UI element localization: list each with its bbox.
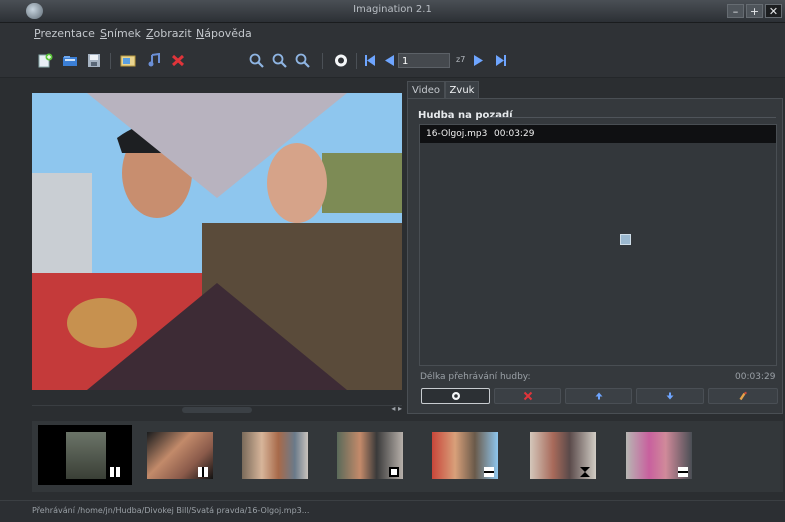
preview-icon[interactable] [333, 53, 349, 68]
move-up-icon [595, 392, 602, 400]
close-button[interactable]: ✕ [765, 4, 782, 18]
previous-slide-icon[interactable] [381, 53, 397, 68]
menu-zobrazit[interactable]: Zobrazit [146, 27, 192, 40]
play-button[interactable] [421, 388, 490, 404]
transition-icon [389, 467, 399, 477]
slide-preview-image [32, 93, 402, 390]
menu-bar: Prezentace Snímek Zobrazit Nápověda [0, 23, 785, 45]
toolbar-separator [356, 53, 357, 69]
maximize-button[interactable]: + [746, 4, 763, 18]
clear-icon [739, 391, 747, 401]
first-slide-icon[interactable] [363, 53, 379, 68]
transition-icon [484, 467, 494, 477]
zoom-in-icon[interactable] [249, 53, 265, 68]
open-icon[interactable] [62, 53, 78, 68]
toolbar-separator [322, 53, 323, 69]
remove-music-button[interactable] [494, 388, 561, 404]
new-slideshow-icon[interactable] [37, 53, 53, 68]
slide-thumbnail-image [530, 432, 596, 479]
preview-scrollbar[interactable]: ◂ ▸ [32, 404, 402, 415]
thumbnail-7[interactable] [616, 425, 710, 485]
menu-napoveda[interactable]: Nápověda [196, 27, 252, 40]
slide-number-input[interactable]: 1 [398, 53, 450, 68]
tab-zvuk[interactable]: Zvuk [445, 81, 479, 98]
slide-total-label: z7 [456, 55, 466, 64]
status-text: Přehrávání /home/jn/Hudba/Divokej Bill/S… [32, 506, 310, 515]
title-bar: Imagination 2.1 – + ✕ [0, 0, 785, 23]
playlist-file: 16-Olgoj.mp3 [426, 129, 488, 139]
thumbnail-5[interactable] [424, 425, 518, 485]
music-duration-label: Délka přehrávání hudby: [420, 372, 531, 382]
play-icon [451, 392, 460, 400]
clear-music-button[interactable] [708, 388, 778, 404]
thumbnail-3[interactable] [232, 425, 326, 485]
slide-preview[interactable] [32, 93, 402, 390]
toolbar-separator [110, 53, 111, 69]
scrollbar-thumb[interactable] [182, 407, 252, 413]
menu-prezentace[interactable]: Prezentace [34, 27, 95, 40]
scroll-arrows-icon[interactable]: ◂ ▸ [391, 404, 402, 413]
background-music-heading: Hudba na pozadí [418, 110, 513, 121]
zoom-fit-icon[interactable] [295, 53, 311, 68]
remove-icon [523, 391, 532, 401]
delete-icon[interactable] [170, 53, 186, 68]
slide-thumbnail-image [66, 432, 106, 479]
save-icon[interactable] [86, 53, 102, 68]
section-divider [487, 117, 776, 118]
next-slide-icon[interactable] [471, 53, 487, 68]
tab-video[interactable]: Video [407, 81, 445, 98]
move-down-icon [666, 392, 674, 400]
transition-icon [110, 467, 120, 477]
playlist-duration: 00:03:29 [494, 129, 535, 139]
thumbnail-4[interactable] [327, 425, 421, 485]
playlist-row[interactable]: 16-Olgoj.mp3 00:03:29 [420, 125, 776, 143]
move-down-button[interactable] [636, 388, 704, 404]
zoom-out-icon[interactable] [272, 53, 288, 68]
last-slide-icon[interactable] [492, 53, 508, 68]
music-duration-value: 00:03:29 [735, 372, 776, 382]
transition-icon [198, 467, 208, 477]
thumbnail-6[interactable] [520, 425, 614, 485]
toolbar: 1 z7 [0, 45, 785, 78]
slide-thumbnail-image [242, 432, 308, 479]
move-up-button[interactable] [565, 388, 632, 404]
music-playlist[interactable]: 16-Olgoj.mp3 00:03:29 [419, 124, 777, 366]
thumbnail-strip [32, 421, 783, 492]
import-music-icon[interactable] [146, 53, 162, 68]
status-bar: Přehrávání /home/jn/Hudba/Divokej Bill/S… [0, 500, 785, 522]
thumbnail-1[interactable] [38, 425, 132, 485]
transition-icon [678, 467, 688, 477]
import-pictures-icon[interactable] [120, 53, 136, 68]
menu-snimek[interactable]: Snímek [100, 27, 141, 40]
thumbnail-2[interactable] [135, 425, 229, 485]
window-title: Imagination 2.1 [353, 4, 432, 15]
music-file-icon [620, 234, 631, 245]
minimize-button[interactable]: – [727, 4, 744, 18]
